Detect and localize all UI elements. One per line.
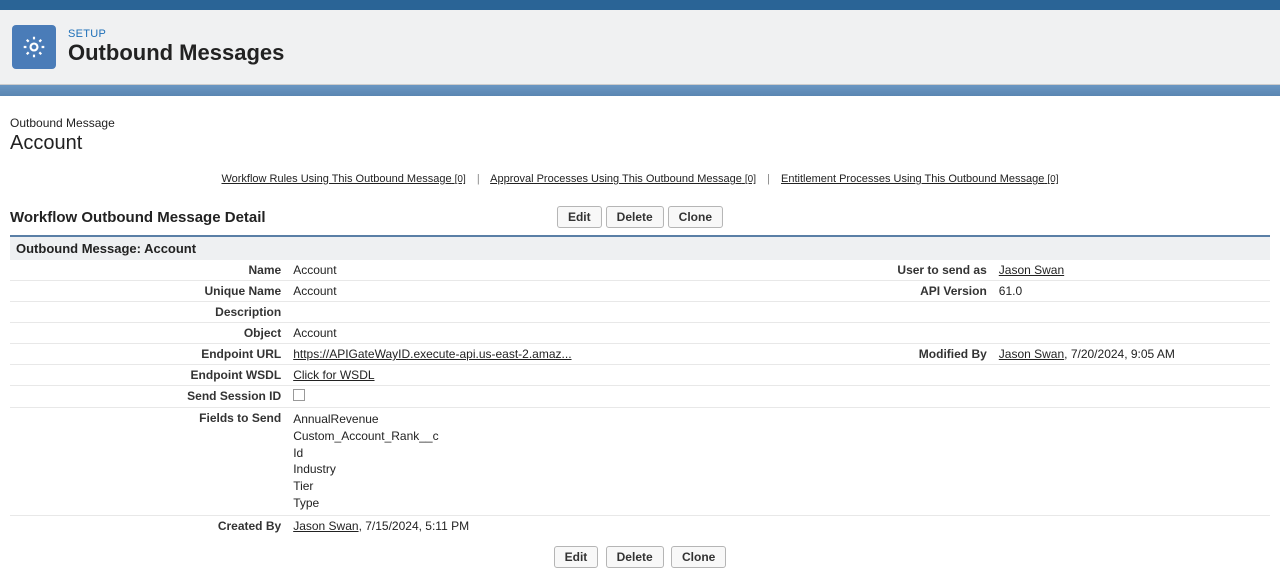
page-title: Outbound Messages: [68, 40, 284, 66]
detail-table: Name Account User to send as Jason Swan …: [10, 260, 1270, 536]
field-item: Id: [293, 445, 785, 462]
link-user-to-send-as[interactable]: Jason Swan: [999, 263, 1064, 277]
field-item: Custom_Account_Rank__c: [293, 428, 785, 445]
label-endpoint-wsdl: Endpoint WSDL: [10, 365, 287, 386]
label-send-session-id: Send Session ID: [10, 386, 287, 408]
breadcrumb-type: Outbound Message: [10, 116, 1270, 130]
content-area: Outbound Message Account Workflow Rules …: [0, 96, 1280, 578]
label-endpoint-url: Endpoint URL: [10, 344, 287, 365]
clone-button[interactable]: Clone: [668, 206, 723, 228]
label-api-version: API Version: [791, 281, 993, 302]
link-entitlement-processes[interactable]: Entitlement Processes Using This Outboun…: [781, 173, 1059, 185]
value-modified-by: Jason Swan, 7/20/2024, 9:05 AM: [993, 344, 1270, 365]
delete-button-bottom[interactable]: Delete: [606, 546, 664, 568]
related-links-bar: Workflow Rules Using This Outbound Messa…: [10, 173, 1270, 185]
field-item: Industry: [293, 461, 785, 478]
edit-button-bottom[interactable]: Edit: [554, 546, 599, 568]
label-user-to-send-as: User to send as: [791, 260, 993, 281]
value-name: Account: [287, 260, 791, 281]
link-created-by-user[interactable]: Jason Swan: [293, 519, 358, 533]
top-accent-bar: [0, 0, 1280, 10]
value-endpoint-wsdl: Click for WSDL: [287, 365, 791, 386]
detail-section-bar: Outbound Message: Account: [10, 235, 1270, 260]
field-item: Type: [293, 495, 785, 512]
pattern-band: [0, 84, 1280, 96]
edit-button[interactable]: Edit: [557, 206, 602, 228]
setup-label: SETUP: [68, 28, 284, 40]
link-approval-processes[interactable]: Approval Processes Using This Outbound M…: [490, 173, 756, 185]
label-object: Object: [10, 323, 287, 344]
label-unique-name: Unique Name: [10, 281, 287, 302]
link-endpoint-url[interactable]: https://APIGateWayID.execute-api.us-east…: [293, 347, 571, 361]
link-modified-by-user[interactable]: Jason Swan: [999, 347, 1064, 361]
label-modified-by: Modified By: [791, 344, 993, 365]
value-fields-to-send: AnnualRevenue Custom_Account_Rank__c Id …: [287, 408, 791, 516]
section-title: Workflow Outbound Message Detail: [10, 209, 266, 226]
gear-icon: [12, 25, 56, 69]
clone-button-bottom[interactable]: Clone: [671, 546, 726, 568]
value-unique-name: Account: [287, 281, 791, 302]
top-button-bar: Edit Delete Clone: [557, 206, 723, 228]
field-item: AnnualRevenue: [293, 411, 785, 428]
modified-by-date: , 7/20/2024, 9:05 AM: [1064, 347, 1175, 361]
link-wsdl[interactable]: Click for WSDL: [293, 368, 374, 382]
link-workflow-rules[interactable]: Workflow Rules Using This Outbound Messa…: [221, 173, 465, 185]
value-api-version: 61.0: [993, 281, 1270, 302]
page-header: SETUP Outbound Messages: [0, 10, 1280, 84]
value-description: [287, 302, 791, 323]
label-fields-to-send: Fields to Send: [10, 408, 287, 516]
value-object: Account: [287, 323, 791, 344]
section-header: Workflow Outbound Message Detail Edit De…: [10, 203, 1270, 231]
delete-button[interactable]: Delete: [606, 206, 664, 228]
checkbox-send-session-id: [293, 389, 305, 401]
created-by-date: , 7/15/2024, 5:11 PM: [359, 519, 470, 533]
value-endpoint-url: https://APIGateWayID.execute-api.us-east…: [287, 344, 791, 365]
record-name: Account: [10, 132, 1270, 155]
bottom-button-bar: Edit Delete Clone: [10, 546, 1270, 568]
field-item: Tier: [293, 478, 785, 495]
label-description: Description: [10, 302, 287, 323]
value-send-session-id: [287, 386, 791, 408]
value-user-to-send-as: Jason Swan: [993, 260, 1270, 281]
label-name: Name: [10, 260, 287, 281]
